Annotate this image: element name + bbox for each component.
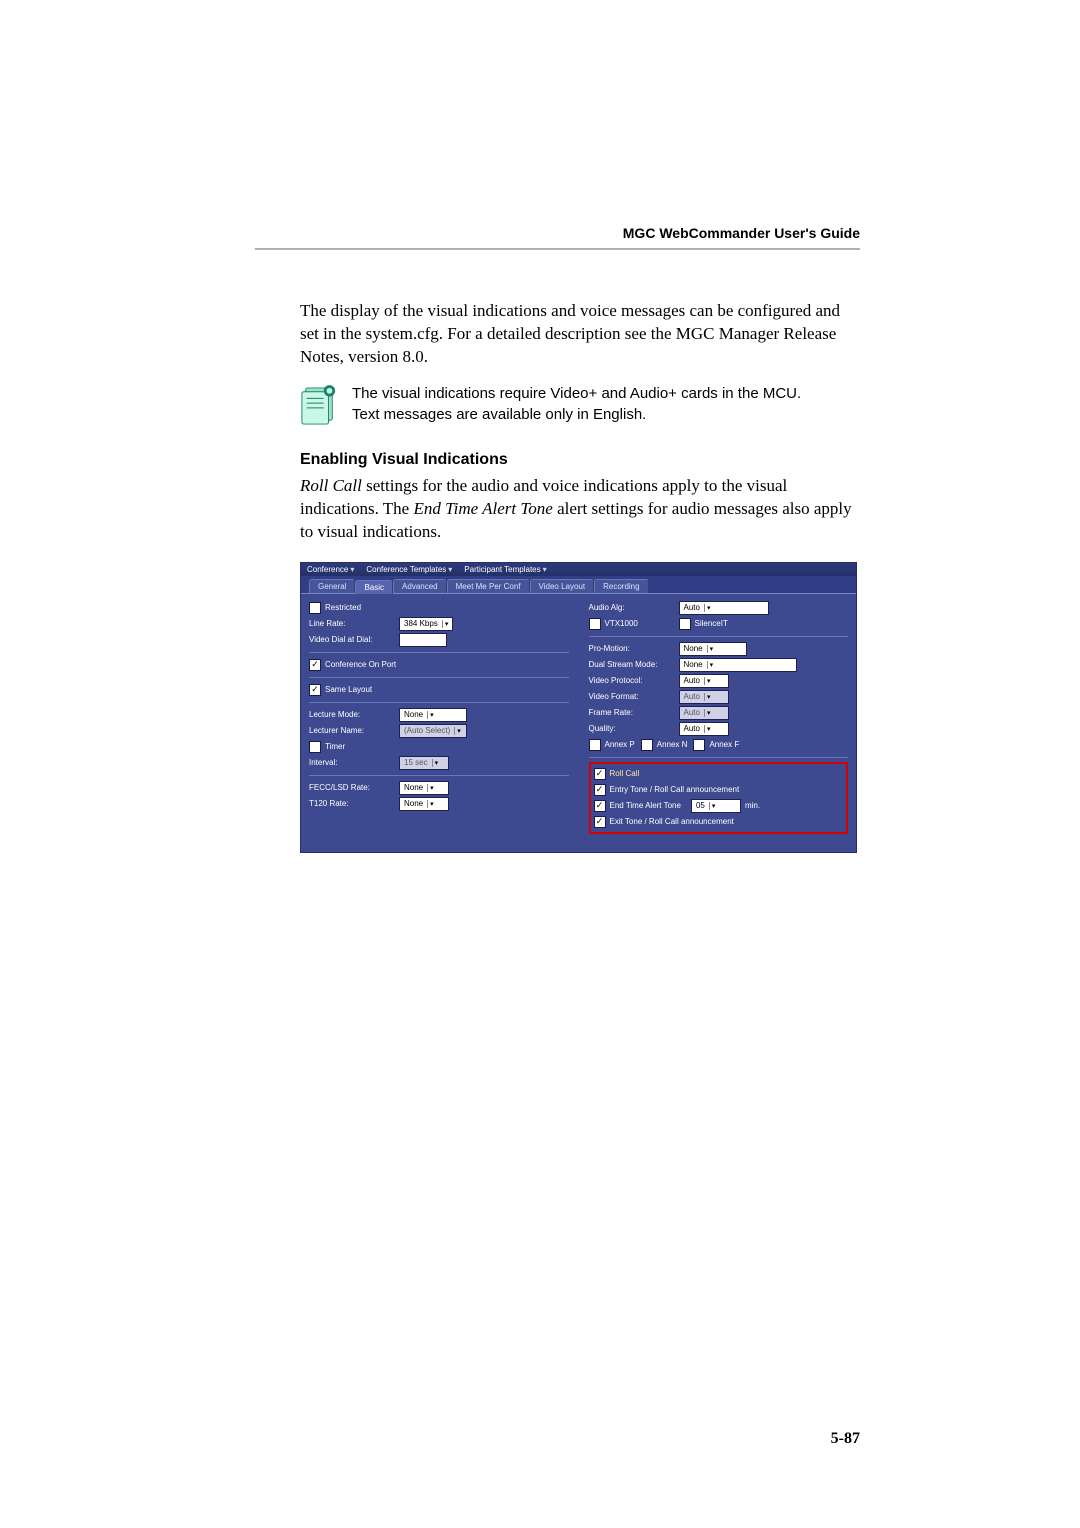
exit-tone-checkbox[interactable]: [594, 816, 606, 828]
entry-tone-label: Entry Tone / Roll Call announcement: [610, 785, 740, 794]
content-area: The display of the visual indications an…: [300, 300, 860, 853]
timer-label: Timer: [325, 742, 345, 751]
frame-rate-select[interactable]: Auto▾: [679, 706, 729, 720]
intro-paragraph: The display of the visual indications an…: [300, 300, 860, 369]
menu-part-templates[interactable]: Participant Templates▾: [464, 565, 546, 574]
end-time-select[interactable]: 05▾: [691, 799, 741, 813]
line-rate-select[interactable]: 384 Kbps▾: [399, 617, 453, 631]
screenshot-tabs: General Basic Advanced Meet Me Per Conf …: [301, 576, 856, 594]
vtx1000-checkbox[interactable]: [589, 618, 601, 630]
t120-label: T120 Rate:: [309, 799, 399, 808]
annexp-checkbox[interactable]: [589, 739, 601, 751]
same-layout-label: Same Layout: [325, 685, 372, 694]
silenceit-checkbox[interactable]: [679, 618, 691, 630]
note-text: The visual indications require Video+ an…: [352, 383, 801, 425]
page-header: MGC WebCommander User's Guide: [255, 225, 860, 241]
vtx1000-label: VTX1000: [605, 619, 638, 628]
screenshot-body: Restricted Line Rate: 384 Kbps▾ Video Di…: [301, 594, 856, 852]
endtime-em: End Time Alert Tone: [413, 499, 552, 518]
video-protocol-label: Video Protocol:: [589, 676, 679, 685]
note-line-1: The visual indications require Video+ an…: [352, 383, 801, 404]
interval-select[interactable]: 15 sec▾: [399, 756, 449, 770]
entry-tone-checkbox[interactable]: [594, 784, 606, 796]
tab-meetme[interactable]: Meet Me Per Conf: [447, 579, 530, 593]
restricted-checkbox[interactable]: [309, 602, 321, 614]
exit-tone-label: Exit Tone / Roll Call announcement: [610, 817, 734, 826]
menu-conf-templates[interactable]: Conference Templates▾: [366, 565, 452, 574]
right-column: Audio Alg: Auto▾ VTX1000 SilenceIT Pro-M…: [589, 600, 849, 834]
lecturer-name-select[interactable]: (Auto Select)▾: [399, 724, 467, 738]
left-column: Restricted Line Rate: 384 Kbps▾ Video Di…: [309, 600, 569, 834]
t120-select[interactable]: None▾: [399, 797, 449, 811]
silenceit-label: SilenceIT: [695, 619, 728, 628]
menu-conference[interactable]: Conference▾: [307, 565, 354, 574]
interval-label: Interval:: [309, 758, 399, 767]
section-heading: Enabling Visual Indications: [300, 451, 860, 469]
screenshot: Conference▾ Conference Templates▾ Partic…: [300, 562, 857, 853]
same-layout-checkbox[interactable]: [309, 684, 321, 696]
conf-on-port-checkbox[interactable]: [309, 659, 321, 671]
fecc-select[interactable]: None▾: [399, 781, 449, 795]
promotion-select[interactable]: None▾: [679, 642, 747, 656]
end-time-unit: min.: [745, 801, 760, 810]
annexp-label: Annex P: [605, 740, 635, 749]
rollcall-checkbox[interactable]: [594, 768, 606, 780]
video-dial-label: Video Dial at Dial:: [309, 635, 399, 644]
note-line-2: Text messages are available only in Engl…: [352, 404, 801, 425]
quality-select[interactable]: Auto▾: [679, 722, 729, 736]
conf-on-port-label: Conference On Port: [325, 660, 396, 669]
screenshot-top-menu: Conference▾ Conference Templates▾ Partic…: [301, 563, 856, 576]
highlight-box: Roll Call Entry Tone / Roll Call announc…: [589, 762, 849, 834]
rollcall-em: Roll Call: [300, 476, 362, 495]
promotion-label: Pro-Motion:: [589, 644, 679, 653]
timer-checkbox[interactable]: [309, 741, 321, 753]
annexn-checkbox[interactable]: [641, 739, 653, 751]
lecture-mode-select[interactable]: None▾: [399, 708, 467, 722]
section-paragraph: Roll Call settings for the audio and voi…: [300, 475, 860, 544]
fecc-label: FECC/LSD Rate:: [309, 783, 399, 792]
end-time-checkbox[interactable]: [594, 800, 606, 812]
frame-rate-label: Frame Rate:: [589, 708, 679, 717]
annexf-checkbox[interactable]: [693, 739, 705, 751]
tab-general[interactable]: General: [309, 579, 355, 593]
video-format-label: Video Format:: [589, 692, 679, 701]
audio-alg-select[interactable]: Auto▾: [679, 601, 769, 615]
annexn-label: Annex N: [657, 740, 688, 749]
dual-stream-select[interactable]: None▾: [679, 658, 797, 672]
rollcall-label: Roll Call: [610, 769, 640, 778]
header-title: MGC WebCommander User's Guide: [623, 225, 860, 241]
dual-stream-label: Dual Stream Mode:: [589, 660, 679, 669]
note-icon: [300, 385, 338, 427]
page-number: 5-87: [831, 1430, 860, 1448]
lecture-mode-label: Lecture Mode:: [309, 710, 399, 719]
end-time-label: End Time Alert Tone: [610, 801, 681, 810]
restricted-label: Restricted: [325, 603, 415, 612]
tab-recording[interactable]: Recording: [594, 579, 648, 593]
lecturer-name-label: Lecturer Name:: [309, 726, 399, 735]
tab-advanced[interactable]: Advanced: [393, 579, 447, 593]
tab-basic[interactable]: Basic: [355, 580, 393, 594]
tab-video-layout[interactable]: Video Layout: [530, 579, 595, 593]
quality-label: Quality:: [589, 724, 679, 733]
audio-alg-label: Audio Alg:: [589, 603, 679, 612]
annexf-label: Annex F: [709, 740, 739, 749]
note-block: The visual indications require Video+ an…: [300, 383, 860, 427]
video-format-select[interactable]: Auto▾: [679, 690, 729, 704]
header-rule: [255, 248, 860, 250]
video-protocol-select[interactable]: Auto▾: [679, 674, 729, 688]
video-dial-input[interactable]: [399, 633, 447, 647]
line-rate-label: Line Rate:: [309, 619, 399, 628]
